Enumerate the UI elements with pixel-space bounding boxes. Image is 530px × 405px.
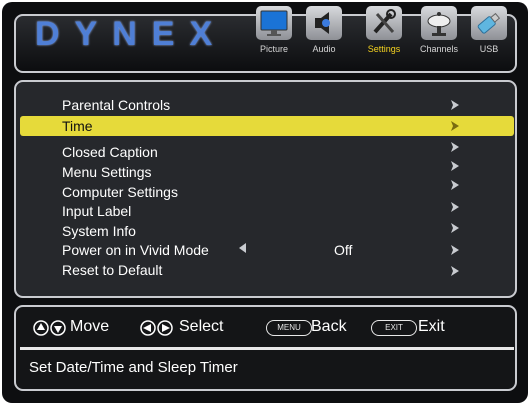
menu-item-menu-settings[interactable]: Menu Settings — [62, 163, 152, 181]
menu-item-parental-controls[interactable]: Parental Controls — [62, 96, 170, 114]
menu-item-time[interactable]: Time — [62, 117, 93, 135]
speaker-icon — [306, 6, 342, 40]
chevron-right-icon — [451, 142, 459, 152]
chevron-right-icon — [451, 266, 459, 276]
tab-label: Audio — [312, 44, 336, 54]
menu-item-system-info[interactable]: System Info — [62, 222, 136, 240]
satellite-dish-icon — [421, 6, 457, 40]
menu-item-power-on-vivid[interactable]: Power on in Vivid Mode — [62, 241, 209, 259]
item-description: Set Date/Time and Sleep Timer — [29, 359, 238, 376]
chevron-right-icon — [451, 245, 459, 255]
chevron-left-icon[interactable] — [236, 241, 248, 259]
move-hint: Move — [70, 318, 110, 335]
chevron-right-icon — [451, 121, 459, 131]
exit-hint: Exit — [418, 318, 445, 335]
tab-picture[interactable]: Picture — [251, 6, 297, 56]
left-right-arrows-icon — [140, 320, 173, 336]
vivid-mode-value: Off — [334, 242, 353, 258]
tab-label: Settings — [367, 44, 401, 54]
chevron-right-icon — [451, 161, 459, 171]
menu-item-input-label[interactable]: Input Label — [62, 202, 131, 220]
menu-key-icon: MENU — [266, 320, 312, 336]
tab-settings[interactable]: Settings — [361, 6, 407, 56]
tv-icon — [256, 6, 292, 40]
dynex-logo: DYNEX — [35, 15, 228, 53]
tab-audio[interactable]: Audio — [301, 6, 347, 56]
chevron-right-icon — [451, 223, 459, 233]
chevron-right-icon — [451, 100, 459, 110]
selected-row-highlight[interactable] — [20, 116, 514, 136]
tab-label: USB — [479, 44, 499, 54]
chevron-right-icon — [451, 202, 459, 212]
chevron-right-icon — [451, 180, 459, 190]
menu-item-reset-default[interactable]: Reset to Default — [62, 261, 162, 279]
up-down-arrows-icon — [33, 320, 66, 336]
tools-icon — [366, 6, 402, 40]
menu-item-closed-caption[interactable]: Closed Caption — [62, 143, 158, 161]
back-hint: Back — [311, 318, 347, 335]
usb-drive-icon — [471, 6, 507, 40]
select-hint: Select — [179, 318, 224, 335]
tab-channels[interactable]: Channels — [416, 6, 462, 56]
exit-key-icon: EXIT — [371, 320, 417, 336]
menu-item-computer-settings[interactable]: Computer Settings — [62, 183, 178, 201]
divider — [20, 347, 514, 350]
tab-usb[interactable]: USB — [466, 6, 512, 56]
